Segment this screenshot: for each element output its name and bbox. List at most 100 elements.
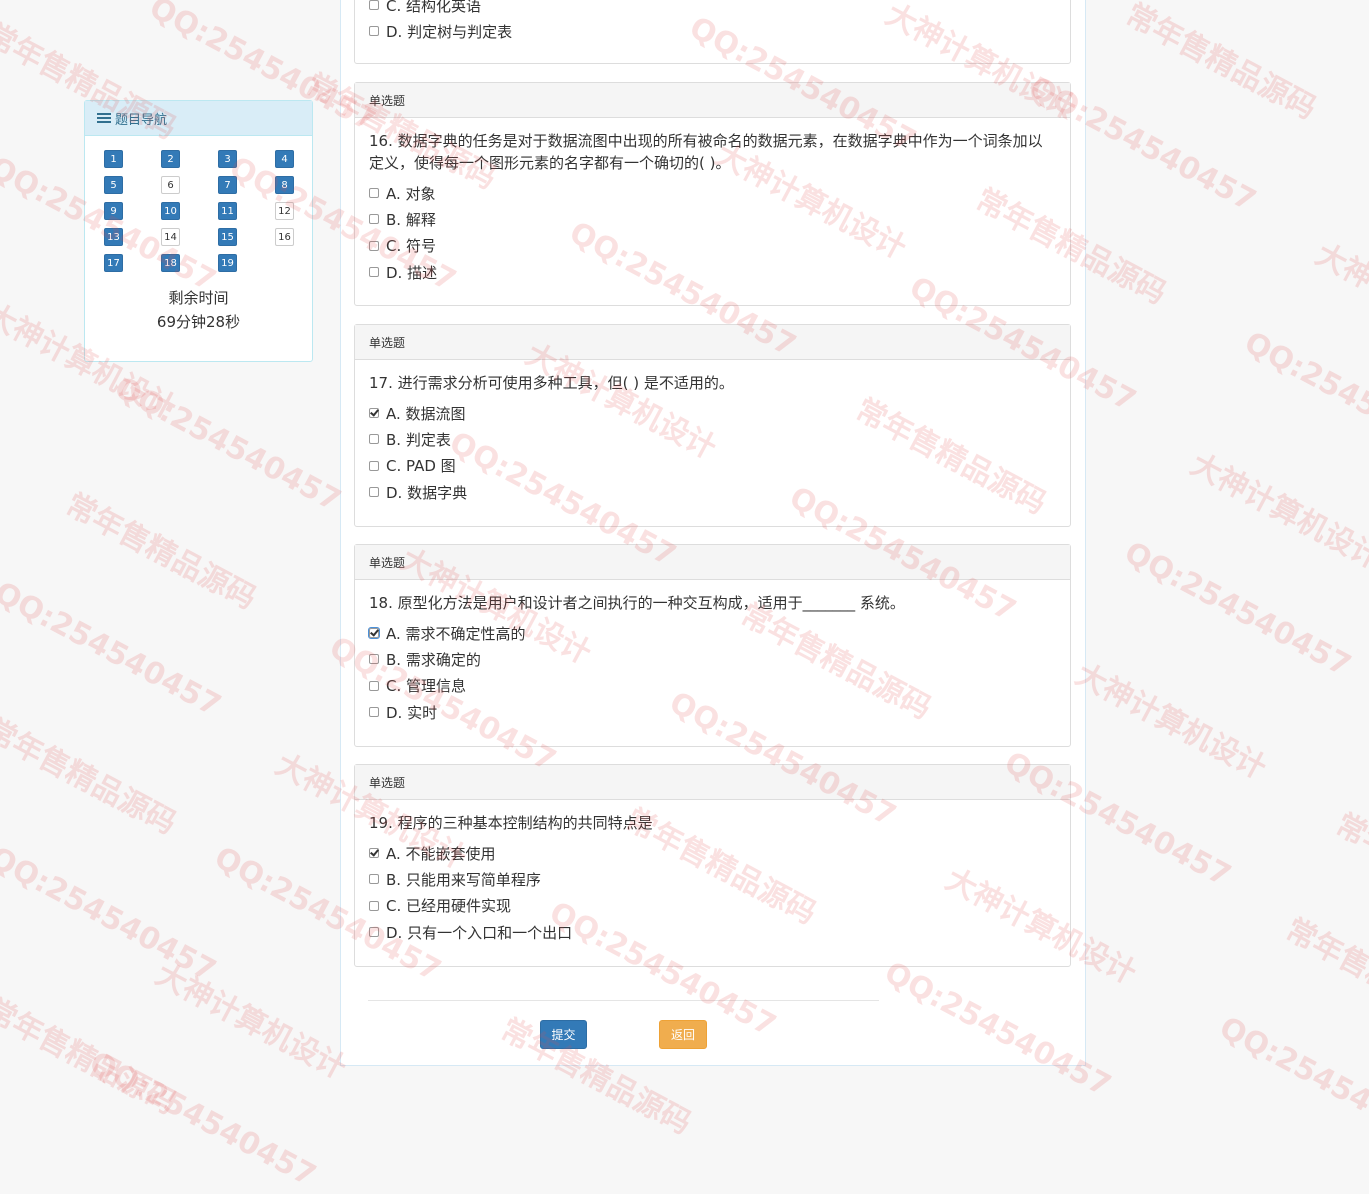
option-checkbox[interactable] [369, 214, 379, 225]
question-type-label: 单选题 [355, 545, 1070, 580]
remaining-time: 剩余时间 69分钟28秒 [85, 286, 312, 334]
option-checkbox[interactable] [369, 0, 379, 11]
option-label: A. 不能嵌套使用 [386, 844, 496, 863]
question-nav-header: 题目导航 [85, 101, 312, 136]
question-type-label: 单选题 [355, 83, 1070, 118]
option-item[interactable]: B. 只能用来写简单程序 [369, 866, 1056, 892]
option-label: C. 管理信息 [386, 677, 467, 696]
option-label: B. 判定表 [386, 430, 451, 449]
option-item[interactable]: D. 实时 [369, 699, 1056, 725]
question-nav-button[interactable]: 6 [161, 176, 180, 194]
question-nav-button[interactable]: 1 [104, 150, 123, 168]
question-text: 16. 数据字典的任务是对于数据流图中出现的所有被命名的数据元素，在数据字典中作… [369, 132, 1043, 172]
question-nav-button[interactable]: 13 [104, 228, 123, 246]
watermark-text: QQ:254540457 [1238, 325, 1369, 474]
question-body: 19. 程序的三种基本控制结构的共同特点是 A. 不能嵌套使用 B. 只能用来写简单… [355, 800, 1070, 945]
question-nav-button[interactable]: 8 [275, 176, 294, 194]
option-item[interactable]: D. 判定树与判定表 [369, 18, 1056, 44]
watermark-text: 常年售精品源码 [0, 992, 182, 1122]
question-panel: 单选题 17. 进行需求分析可使用多种工具，但( ) 是不适用的。 A. 数据流图 B… [354, 324, 1071, 527]
watermark-text: 大神计算机设计 [149, 957, 352, 1087]
option-checkbox[interactable] [369, 874, 379, 885]
option-item[interactable]: D. 只有一个入口和一个出口 [369, 919, 1056, 945]
option-item[interactable]: C. 已经用硬件实现 [369, 893, 1056, 919]
watermark-text: QQ:254540457 [1213, 1010, 1369, 1159]
question-text: 19. 程序的三种基本控制结构的共同特点是 [369, 814, 653, 832]
option-label: B. 需求确定的 [386, 650, 481, 669]
option-label: D. 数据字典 [386, 483, 468, 502]
question-nav-button[interactable]: 16 [275, 228, 294, 246]
option-item[interactable]: A. 对象 [369, 180, 1056, 206]
question-nav-button[interactable]: 11 [218, 202, 237, 220]
option-checkbox[interactable] [369, 848, 379, 859]
option-item[interactable]: D. 数据字典 [369, 479, 1056, 505]
option-item[interactable]: D. 描述 [369, 259, 1056, 285]
question-nav-button[interactable]: 19 [218, 254, 237, 272]
option-checkbox[interactable] [369, 188, 379, 199]
option-label: D. 只有一个入口和一个出口 [386, 923, 573, 942]
remaining-time-value: 69分钟28秒 [156, 313, 241, 331]
question-nav-button[interactable]: 4 [275, 150, 294, 168]
watermark-text: QQ:254540457 [108, 370, 347, 519]
option-item[interactable]: B. 需求确定的 [369, 646, 1056, 672]
question-nav-button[interactable]: 9 [104, 202, 123, 220]
option-checkbox[interactable] [369, 654, 379, 665]
option-label: B. 解释 [386, 210, 436, 229]
watermark-text: QQ:254540457 [83, 1045, 322, 1194]
question-nav-button[interactable]: 10 [161, 202, 180, 220]
option-item[interactable]: A. 数据流图 [369, 400, 1056, 426]
option-checkbox[interactable] [369, 707, 379, 718]
option-checkbox[interactable] [369, 267, 379, 278]
question-nav-button[interactable]: 7 [218, 176, 237, 194]
option-item[interactable]: C. 结构化英语 [369, 0, 1056, 18]
question-nav-title: 题目导航 [115, 112, 168, 128]
question-nav-button[interactable]: 3 [218, 150, 237, 168]
question-nav-button[interactable]: 5 [104, 176, 123, 194]
question-nav-button[interactable]: 2 [161, 150, 180, 168]
option-checkbox[interactable] [369, 900, 379, 911]
option-label: A. 对象 [386, 184, 436, 203]
question-nav-button[interactable]: 12 [275, 202, 294, 220]
question-nav-grid: 1 2 3 4 5 6 7 8 9 10 11 12 13 14 15 16 17 18 19 [85, 136, 312, 272]
option-checkbox[interactable] [368, 627, 380, 640]
option-item[interactable]: C. PAD 图 [369, 453, 1056, 479]
option-item[interactable]: B. 判定表 [369, 426, 1056, 452]
question-nav-button[interactable]: 17 [104, 254, 123, 272]
submit-button[interactable]: 提交 [540, 1020, 587, 1049]
question-panel: 单选题 16. 数据字典的任务是对于数据流图中出现的所有被命名的数据元素，在数据字… [354, 82, 1071, 306]
option-item[interactable]: A. 需求不确定性高的 [368, 620, 1056, 646]
option-checkbox[interactable] [369, 927, 379, 938]
option-checkbox[interactable] [369, 487, 379, 498]
back-button[interactable]: 返回 [659, 1020, 707, 1049]
option-label: A. 数据流图 [386, 404, 466, 423]
question-nav-panel: 题目导航 1 2 3 4 5 6 7 8 9 10 11 12 13 14 15 16 17 18 19 剩余时间 … [84, 100, 313, 362]
list-icon [97, 112, 111, 124]
watermark-text: 常年售精品源码 [0, 712, 182, 842]
option-label: C. 已经用硬件实现 [386, 897, 512, 916]
option-label: C. 结构化英语 [386, 0, 482, 15]
option-checkbox[interactable] [369, 460, 379, 471]
option-label: C. 符号 [386, 237, 437, 256]
option-label: D. 判定树与判定表 [386, 22, 513, 41]
question-body: 16. 数据字典的任务是对于数据流图中出现的所有被命名的数据元素，在数据字典中作… [355, 118, 1070, 285]
question-nav-button[interactable]: 15 [218, 228, 237, 246]
option-label: C. PAD 图 [386, 457, 456, 476]
option-item[interactable]: B. 解释 [369, 206, 1056, 232]
option-checkbox[interactable] [369, 26, 379, 37]
option-checkbox[interactable] [369, 680, 379, 691]
watermark-text: QQ:254540457 [0, 840, 222, 989]
option-checkbox[interactable] [369, 408, 379, 419]
question-type-label: 单选题 [355, 765, 1070, 800]
question-body: 17. 进行需求分析可使用多种工具，但( ) 是不适用的。 A. 数据流图 B. 判… [355, 360, 1070, 505]
question-nav-button[interactable]: 18 [161, 254, 180, 272]
option-checkbox[interactable] [369, 434, 379, 445]
option-item[interactable]: C. 符号 [369, 233, 1056, 259]
option-label: D. 描述 [386, 263, 438, 282]
option-checkbox[interactable] [369, 240, 379, 251]
option-item[interactable]: C. 管理信息 [369, 673, 1056, 699]
option-label: A. 需求不确定性高的 [386, 624, 526, 643]
question-nav-button[interactable]: 14 [161, 228, 180, 246]
option-item[interactable]: A. 不能嵌套使用 [369, 840, 1056, 866]
watermark-text: 常年售精品源码 [1119, 0, 1322, 127]
watermark-text: 常年售精品源码 [1329, 807, 1369, 937]
